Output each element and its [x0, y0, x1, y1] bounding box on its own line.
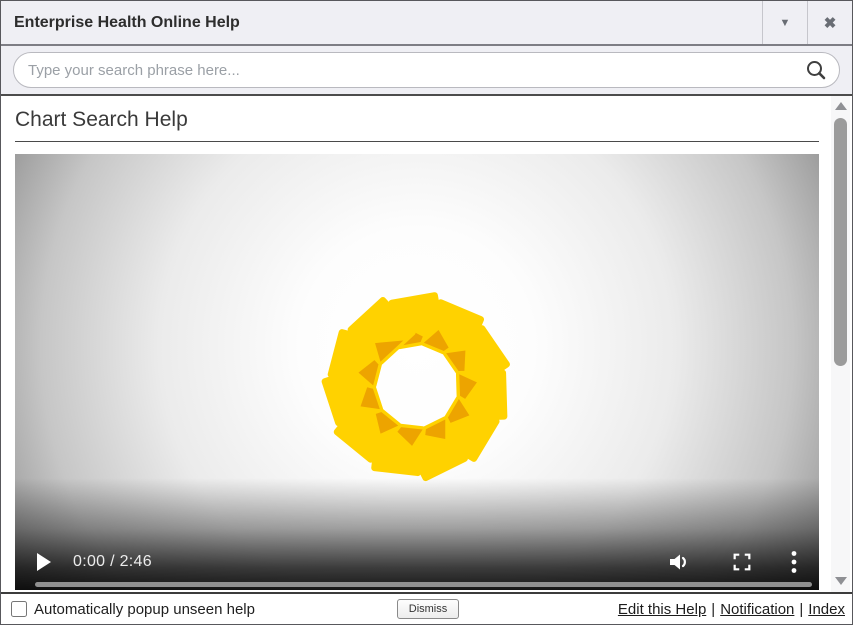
auto-popup-checkbox[interactable] — [11, 601, 27, 617]
auto-popup-option: Automatically popup unseen help — [11, 601, 397, 618]
chevron-down-icon: ▼ — [780, 17, 791, 29]
page-title: Chart Search Help — [15, 108, 819, 132]
edit-help-link[interactable]: Edit this Help — [618, 601, 706, 618]
search-bar — [1, 46, 852, 96]
vertical-scrollbar[interactable] — [831, 96, 850, 592]
search-pill — [13, 52, 840, 88]
volume-icon — [667, 550, 693, 574]
video-controls: 0:00 / 2:46 — [15, 478, 819, 590]
video-progress-bar[interactable] — [35, 582, 812, 587]
volume-button[interactable] — [667, 550, 693, 574]
close-button[interactable]: ✖ — [808, 1, 852, 44]
window-title: Enterprise Health Online Help — [1, 14, 762, 32]
kebab-menu-icon — [791, 550, 797, 574]
footer-links: Edit this Help | Notification | Index — [459, 601, 845, 618]
scroll-down-arrow-icon[interactable] — [835, 577, 847, 585]
search-input[interactable] — [28, 62, 803, 79]
enterprise-health-logo — [319, 288, 515, 484]
help-video-player[interactable]: 0:00 / 2:46 — [15, 154, 819, 590]
title-bar: Enterprise Health Online Help ▼ ✖ — [1, 1, 852, 46]
index-link[interactable]: Index — [808, 601, 845, 618]
play-button[interactable] — [37, 553, 51, 571]
scroll-up-arrow-icon[interactable] — [835, 102, 847, 110]
footer-bar: Automatically popup unseen help Dismiss … — [1, 594, 852, 624]
link-separator: | — [706, 601, 720, 618]
fullscreen-icon — [731, 551, 753, 573]
time-display: 0:00 / 2:46 — [73, 553, 152, 571]
collapse-button[interactable]: ▼ — [763, 1, 807, 44]
fullscreen-button[interactable] — [731, 551, 753, 573]
dismiss-button[interactable]: Dismiss — [397, 599, 460, 619]
scrollbar-thumb[interactable] — [834, 118, 847, 366]
help-dialog: Enterprise Health Online Help ▼ ✖ Chart … — [0, 0, 853, 625]
more-options-button[interactable] — [791, 550, 797, 574]
heading-rule — [15, 141, 819, 142]
notification-link[interactable]: Notification — [720, 601, 794, 618]
auto-popup-label: Automatically popup unseen help — [34, 601, 255, 618]
help-content-area: Chart Search Help — [1, 96, 852, 594]
link-separator: | — [794, 601, 808, 618]
search-icon[interactable] — [803, 59, 829, 81]
close-icon: ✖ — [824, 14, 837, 32]
